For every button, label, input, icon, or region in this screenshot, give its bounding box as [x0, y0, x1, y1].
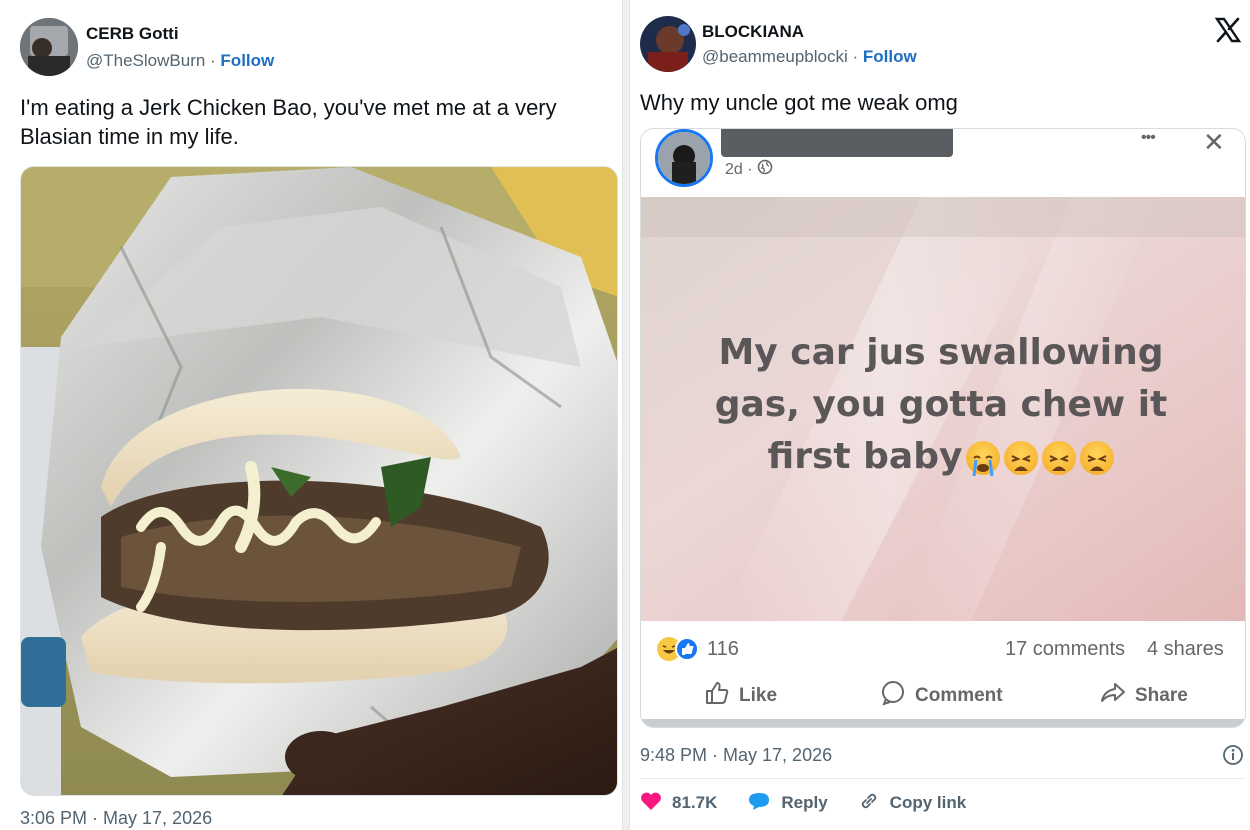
fb-post-text-line: gas, you gotta chew it: [714, 384, 1168, 425]
weary-face-emoji-icon: [1004, 441, 1039, 475]
handle-text[interactable]: @TheSlowBurn: [86, 51, 205, 70]
x-logo-icon[interactable]: [1214, 16, 1242, 44]
shares-count[interactable]: 4 shares: [1147, 638, 1224, 661]
fb-post-text-line: My car jus swallowing: [718, 332, 1164, 373]
share-arrow-icon: [1099, 679, 1127, 713]
author-handle: @TheSlowBurn · Follow: [86, 51, 274, 71]
fb-post-text: My car jus swallowing gas, you gotta che…: [681, 327, 1201, 483]
tweet-text-line: Blasian time in my life.: [20, 124, 239, 149]
info-icon[interactable]: [1222, 744, 1244, 766]
reply-bubble-icon: [747, 791, 771, 816]
tweet-text: Why my uncle got me weak omg: [640, 90, 958, 115]
timestamp[interactable]: 9:48 PM · May 17, 2026: [640, 745, 832, 766]
fb-stats-row: 116 17 comments 4 shares: [641, 635, 1245, 665]
fb-like-button[interactable]: Like: [703, 679, 777, 713]
heart-icon: [640, 791, 662, 816]
close-icon[interactable]: ✕: [1203, 129, 1225, 158]
fb-share-label: Share: [1135, 685, 1188, 706]
separator: ·: [205, 51, 221, 70]
comment-bubble-icon: [879, 679, 907, 713]
tweet-divider: [622, 0, 630, 830]
link-icon: [858, 790, 880, 817]
fb-avatar[interactable]: [655, 129, 713, 187]
separator-line: [640, 778, 1246, 779]
fb-comment-label: Comment: [915, 685, 1003, 706]
fb-post-text-line: first baby: [681, 431, 1201, 483]
fb-share-button[interactable]: Share: [1099, 679, 1188, 713]
fb-actions-row: Like Comment Share: [641, 679, 1245, 709]
copy-link-button[interactable]: Copy link: [858, 790, 967, 817]
left-tweet: CERB Gotti @TheSlowBurn · Follow I'm eat…: [0, 0, 622, 830]
avatar[interactable]: [20, 18, 78, 76]
reply-button[interactable]: Reply: [747, 791, 828, 816]
timestamp[interactable]: 3:06 PM · May 17, 2026: [20, 808, 212, 829]
more-options-icon[interactable]: •••: [1141, 129, 1156, 147]
handle-text[interactable]: @beammeupblocki: [702, 47, 848, 66]
reply-label: Reply: [781, 793, 828, 812]
avatar[interactable]: [640, 16, 696, 72]
follow-button[interactable]: Follow: [863, 47, 917, 66]
weary-face-emoji-icon: [1080, 441, 1115, 475]
reaction-count[interactable]: 116: [707, 638, 739, 661]
right-tweet: BLOCKIANA @beammeupblocki · Follow Why m…: [630, 0, 1250, 830]
copy-link-label: Copy link: [889, 793, 967, 812]
thumbs-up-icon: [703, 679, 731, 713]
separator: ·: [847, 47, 863, 66]
author-handle: @beammeupblocki · Follow: [702, 47, 917, 67]
globe-icon: [757, 159, 773, 180]
tweet-photo[interactable]: [20, 166, 618, 796]
redacted-name-bar: [721, 129, 953, 157]
like-count: 81.7K: [672, 793, 718, 812]
post-age: 2d ·: [725, 159, 773, 180]
tweet-text-line: I'm eating a Jerk Chicken Bao, you've me…: [20, 95, 557, 120]
fb-comment-button[interactable]: Comment: [879, 679, 1003, 713]
like-button[interactable]: 81.7K: [640, 791, 717, 816]
fb-bottom-bar: [641, 719, 1245, 727]
loudly-crying-emoji-icon: [966, 441, 1001, 477]
embedded-facebook-post[interactable]: 2d · ••• ✕ My car jus swallowing gas, yo…: [640, 128, 1246, 728]
tweet-text: I'm eating a Jerk Chicken Bao, you've me…: [20, 93, 616, 151]
tweet-action-row: 81.7K Reply Copy link: [640, 790, 996, 816]
comments-count[interactable]: 17 comments: [1005, 638, 1125, 661]
weary-face-emoji-icon: [1042, 441, 1077, 475]
like-reaction-icon: [675, 637, 699, 661]
follow-button[interactable]: Follow: [220, 51, 274, 70]
author-name[interactable]: BLOCKIANA: [702, 22, 804, 42]
fb-like-label: Like: [739, 685, 778, 706]
author-name[interactable]: CERB Gotti: [86, 24, 179, 44]
